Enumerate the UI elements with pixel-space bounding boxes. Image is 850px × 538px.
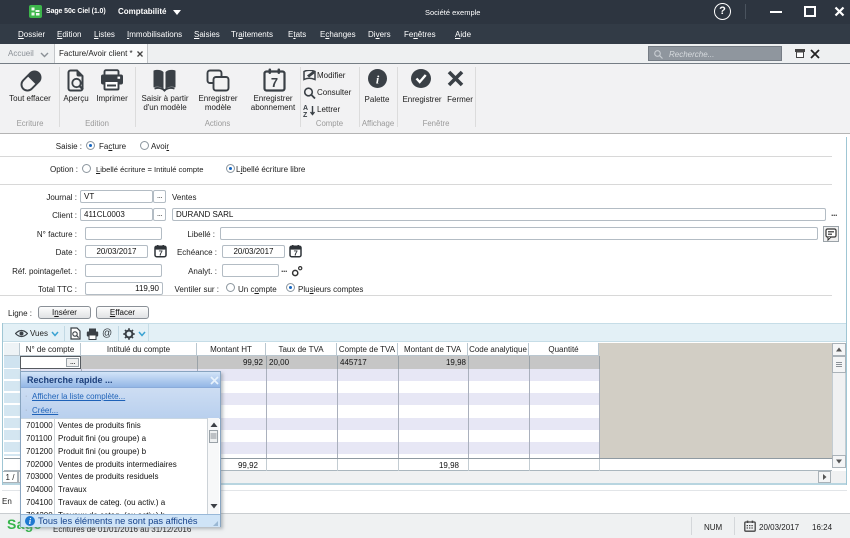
svg-text:7: 7 bbox=[271, 75, 278, 90]
svg-text:A: A bbox=[303, 105, 308, 112]
svg-text:Z: Z bbox=[303, 112, 308, 117]
svg-text:7: 7 bbox=[294, 249, 298, 258]
